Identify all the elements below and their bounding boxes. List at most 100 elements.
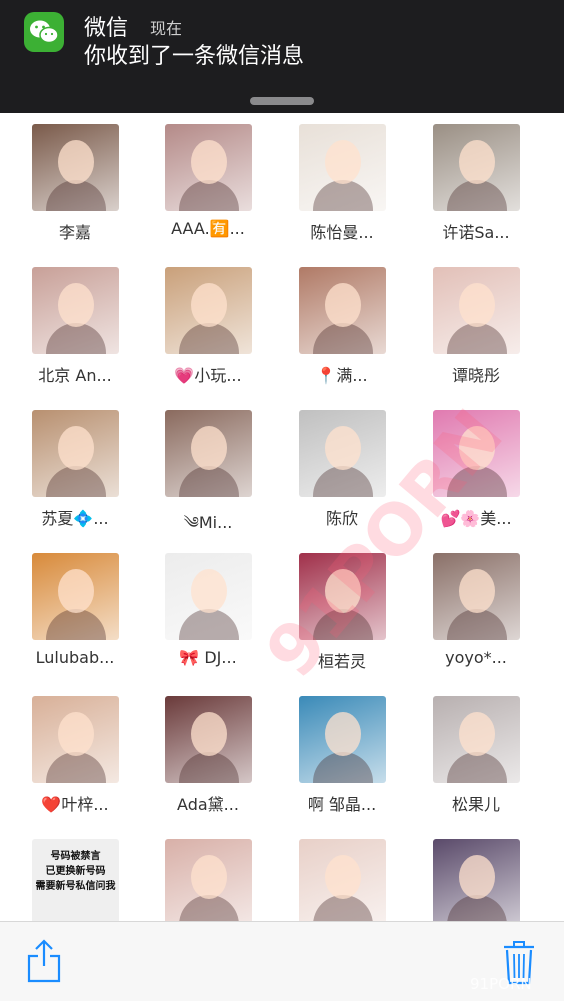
avatar-face xyxy=(325,855,361,899)
avatar-body xyxy=(46,180,106,211)
contact-item[interactable]: 号码被禁言 已更换新号码 需要新号私信问我 xyxy=(8,828,142,921)
contact-item[interactable]: 啊 邹晶... xyxy=(275,685,409,828)
contact-item[interactable]: AAA.🈶... xyxy=(141,113,275,256)
contact-avatar xyxy=(165,839,252,921)
avatar-body xyxy=(447,752,507,783)
contact-item[interactable]: 李嘉 xyxy=(8,113,142,256)
contact-name: 松果儿 xyxy=(451,795,500,814)
contact-item[interactable]: 💕🌸美... xyxy=(409,399,543,542)
avatar-face xyxy=(191,855,227,899)
contact-avatar xyxy=(32,696,119,783)
contact-avatar xyxy=(433,124,520,211)
avatar-face xyxy=(58,140,94,184)
contact-name: 💗小玩... xyxy=(174,366,242,385)
avatar-face xyxy=(58,283,94,327)
contact-name: 许诺Sa... xyxy=(442,223,510,242)
contact-item[interactable]: Ada黛... xyxy=(141,685,275,828)
contact-avatar xyxy=(433,410,520,497)
avatar-face xyxy=(459,426,495,470)
contact-item[interactable]: 桓若灵 xyxy=(275,542,409,685)
avatar-face xyxy=(459,855,495,899)
avatar-body xyxy=(46,609,106,640)
contact-name: Lulubab... xyxy=(35,648,115,667)
avatar-body xyxy=(447,609,507,640)
contact-avatar xyxy=(32,267,119,354)
contact-item[interactable]: 🎀 DJ... xyxy=(141,542,275,685)
contact-item[interactable] xyxy=(409,828,543,921)
contact-item[interactable]: 苏夏💠... xyxy=(8,399,142,542)
contact-avatar xyxy=(433,267,520,354)
contact-name: AAA.🈶... xyxy=(171,219,245,238)
contact-name: 陈怡曼... xyxy=(310,223,374,242)
avatar-body xyxy=(179,180,239,211)
avatar-face xyxy=(459,569,495,613)
contact-name: 🎀 DJ... xyxy=(179,648,237,667)
contact-item[interactable]: Lulubab... xyxy=(8,542,142,685)
avatar-body xyxy=(313,466,373,497)
avatar-face xyxy=(191,569,227,613)
avatar-face xyxy=(459,712,495,756)
avatar-body xyxy=(313,323,373,354)
avatar-image-text: 号码被禁言 已更换新号码 需要新号私信问我 xyxy=(35,851,116,892)
contact-name: 北京 An... xyxy=(38,366,112,385)
avatar-face xyxy=(58,569,94,613)
contact-item[interactable]: 陈怡曼... xyxy=(275,113,409,256)
contact-grid: 李嘉 AAA.🈶... 陈怡曼... 许诺Sa... 北京 An... 💗小玩... 📍满.… xyxy=(0,113,564,921)
contact-item[interactable]: 谭晓彤 xyxy=(409,256,543,399)
contact-name: 苏夏💠... xyxy=(41,509,109,528)
contact-item[interactable]: 许诺Sa... xyxy=(409,113,543,256)
contact-avatar xyxy=(165,696,252,783)
contact-avatar xyxy=(299,267,386,354)
share-icon[interactable] xyxy=(26,938,62,988)
avatar-body xyxy=(313,752,373,783)
avatar-body xyxy=(179,609,239,640)
avatar-face xyxy=(191,283,227,327)
avatar-face xyxy=(325,140,361,184)
contact-name: 啊 邹晶... xyxy=(307,795,377,814)
avatar-body xyxy=(447,466,507,497)
contact-name: 💕🌸美... xyxy=(440,509,512,528)
contact-item[interactable]: 陈欣 xyxy=(275,399,409,542)
contact-avatar xyxy=(299,839,386,921)
contact-avatar xyxy=(299,696,386,783)
avatar-body xyxy=(447,323,507,354)
contact-avatar xyxy=(433,696,520,783)
avatar-body xyxy=(179,752,239,783)
notification-message: 你收到了一条微信消息 xyxy=(84,44,305,69)
avatar-face xyxy=(325,283,361,327)
contact-avatar xyxy=(299,553,386,640)
corner-watermark: 91PORN xyxy=(470,975,532,993)
contact-avatar: 号码被禁言 已更换新号码 需要新号私信问我 xyxy=(32,839,119,921)
contact-item[interactable]: 松果儿 xyxy=(409,685,543,828)
avatar-face xyxy=(325,426,361,470)
contact-avatar xyxy=(165,267,252,354)
contact-name: ❤️叶梓... xyxy=(41,795,109,814)
avatar-body xyxy=(313,180,373,211)
avatar-body xyxy=(447,180,507,211)
contact-item[interactable]: 📍满... xyxy=(275,256,409,399)
contact-item[interactable] xyxy=(275,828,409,921)
notification-banner[interactable]: 微信 现在 你收到了一条微信消息 xyxy=(0,0,564,113)
contact-name: 📍满... xyxy=(316,366,368,385)
avatar-face xyxy=(58,712,94,756)
contact-avatar xyxy=(32,124,119,211)
avatar-face xyxy=(191,712,227,756)
drag-handle[interactable] xyxy=(250,97,314,105)
avatar-body xyxy=(46,752,106,783)
contact-name: 李嘉 xyxy=(58,223,91,242)
contact-item[interactable]: 💗小玩... xyxy=(141,256,275,399)
contact-item[interactable]: 北京 An... xyxy=(8,256,142,399)
contact-item[interactable]: ❤️叶梓... xyxy=(8,685,142,828)
contact-avatar xyxy=(165,410,252,497)
contact-item[interactable]: ༄Mi... xyxy=(141,399,275,542)
avatar-body xyxy=(46,323,106,354)
contact-name: 谭晓彤 xyxy=(451,366,500,385)
avatar-body xyxy=(313,609,373,640)
contact-item[interactable]: yoyo*... xyxy=(409,542,543,685)
avatar-face xyxy=(459,283,495,327)
contact-name: 桓若灵 xyxy=(317,652,366,671)
contact-item[interactable] xyxy=(141,828,275,921)
avatar-face xyxy=(58,426,94,470)
contact-avatar xyxy=(165,553,252,640)
avatar-face xyxy=(459,140,495,184)
